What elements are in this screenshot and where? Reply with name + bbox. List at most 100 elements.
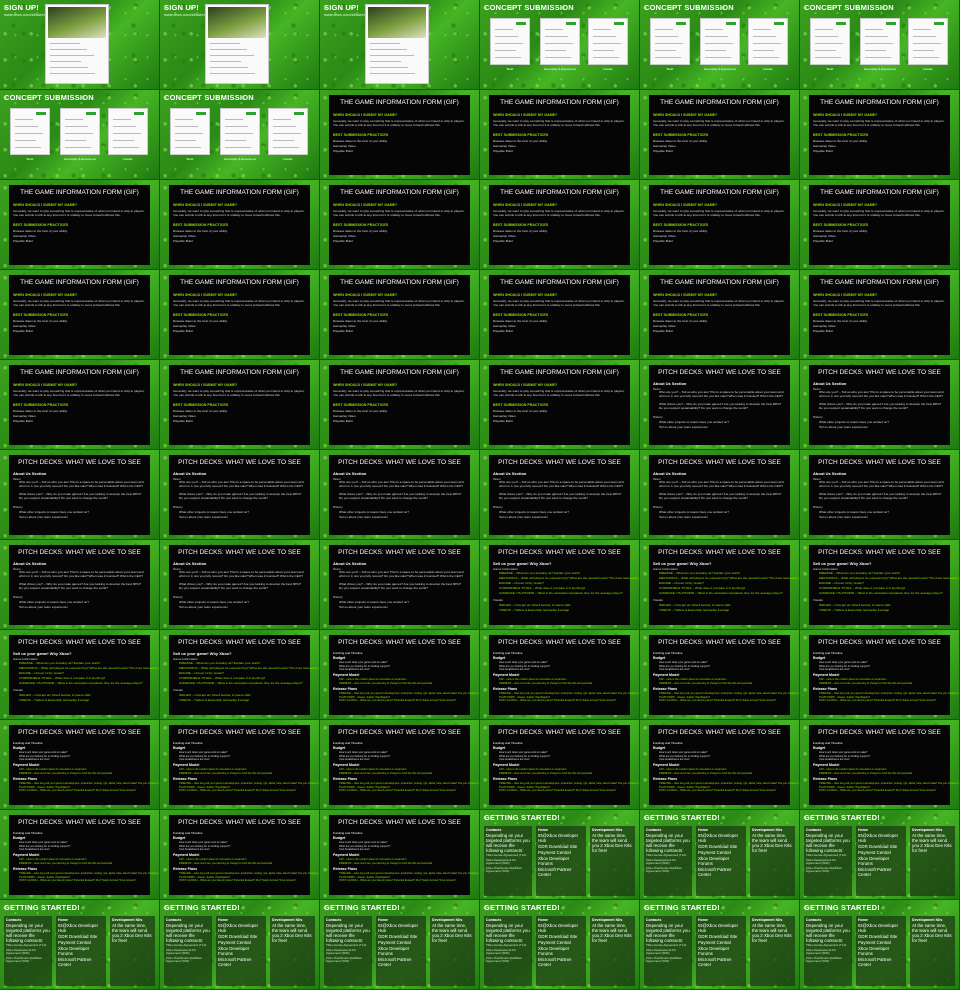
green-button	[774, 22, 784, 25]
slide-thumbnail[interactable]: PITCH DECKS: WHAT WE LOVE TO SEE Funding …	[480, 720, 639, 809]
slide-thumbnail[interactable]: THE GAME INFORMATION FORM (GIF) WHEN SHOU…	[160, 360, 319, 449]
slide-thumbnail[interactable]: GETTING STARTED! Contacts Depending on you…	[640, 900, 799, 989]
home-column: Home ID@Xbox Developer Hub GDR Download Si…	[56, 916, 106, 986]
slide-thumbnail[interactable]: PITCH DECKS: WHAT WE LOVE TO SEE About Us…	[480, 450, 639, 539]
slide-thumbnail[interactable]: PITCH DECKS: WHAT WE LOVE TO SEE Funding …	[0, 810, 159, 899]
section-heading: Release Plans	[333, 687, 358, 691]
slide-thumbnail[interactable]: GETTING STARTED! Contacts Depending on you…	[480, 900, 639, 989]
slide-thumbnail[interactable]: PITCH DECKS: WHAT WE LOVE TO SEE Funding …	[320, 630, 479, 719]
slide-subtitle: www.xbox.com/id/submit	[164, 12, 208, 17]
slide-thumbnail[interactable]: PITCH DECKS: WHAT WE LOVE TO SEE About Us…	[0, 540, 159, 629]
slide-thumbnail[interactable]: GETTING STARTED! Contacts Depending on you…	[640, 810, 799, 899]
slide-thumbnail[interactable]: PITCH DECKS: WHAT WE LOVE TO SEE Funding …	[800, 720, 959, 809]
slide-thumbnail[interactable]: PITCH DECKS: WHAT WE LOVE TO SEE Funding …	[480, 630, 639, 719]
slide-thumbnail[interactable]: GETTING STARTED! Contacts Depending on you…	[480, 810, 639, 899]
bullet-text: History	[13, 595, 23, 599]
devkits-column: Development Kits At the same time, the te…	[270, 916, 315, 986]
bullet-text: Cost breakdowns are nice!	[19, 848, 50, 852]
section-heading: Payment Model	[13, 763, 40, 767]
section-heading: BEST SUBMISSION PRACTICES	[813, 313, 869, 317]
slide-thumbnail[interactable]: THE GAME INFORMATION FORM (GIF) WHEN SHOU…	[320, 180, 479, 269]
slide-thumbnail[interactable]: CONCEPT SUBMISSION Build Gameplay & Experi…	[640, 0, 799, 89]
text-line	[50, 61, 81, 62]
slide-thumbnail[interactable]: PITCH DECKS: WHAT WE LOVE TO SEE Sell us …	[640, 540, 799, 629]
slide-thumbnail[interactable]: PITCH DECKS: WHAT WE LOVE TO SEE Funding …	[0, 720, 159, 809]
slide-thumbnail[interactable]: THE GAME INFORMATION FORM (GIF) WHEN SHOU…	[480, 270, 639, 359]
slide-thumbnail[interactable]: THE GAME INFORMATION FORM (GIF) WHEN SHOU…	[0, 270, 159, 359]
text-line	[273, 119, 291, 120]
contacts-column: Contacts Depending on your targeted platf…	[804, 826, 852, 896]
slide-thumbnail[interactable]: GETTING STARTED! Contacts Depending on you…	[800, 810, 959, 899]
slide-thumbnail[interactable]: THE GAME INFORMATION FORM (GIF) WHEN SHOU…	[800, 90, 959, 179]
slide-thumbnail[interactable]: PITCH DECKS: WHAT WE LOVE TO SEE About Us…	[800, 450, 959, 539]
slide-thumbnail[interactable]: PITCH DECKS: WHAT WE LOVE TO SEE About Us…	[320, 450, 479, 539]
slide-thumbnail[interactable]: SIGN UP! www.xbox.com/id/submit	[320, 0, 479, 89]
bullet-text: Playable Build	[173, 419, 193, 423]
slide-thumbnail[interactable]: PITCH DECKS: WHAT WE LOVE TO SEE About Us…	[160, 450, 319, 539]
slide-thumbnail[interactable]: THE GAME INFORMATION FORM (GIF) WHEN SHOU…	[320, 360, 479, 449]
section-heading: BEST SUBMISSION PRACTICES	[13, 223, 69, 227]
section-heading: About Us Section	[653, 471, 687, 476]
bullet-text: Funding and Timeline	[493, 741, 523, 745]
slide-thumbnail[interactable]: PITCH DECKS: WHAT WE LOVE TO SEE Sell us …	[480, 540, 639, 629]
home-link: GDR Download Site	[858, 934, 898, 939]
bullet-text: F2P – How is the model / plans for cosme…	[19, 768, 87, 771]
column-subtext: Xbox Development Kit Agreement (XDK)	[486, 857, 516, 866]
slide-thumbnail[interactable]: CONCEPT SUBMISSION Build Gameplay & Experi…	[480, 0, 639, 89]
text-line	[113, 133, 141, 134]
slide-thumbnail[interactable]: THE GAME INFORMATION FORM (GIF) WHEN SHOU…	[160, 180, 319, 269]
slide-thumbnail[interactable]: GETTING STARTED! Contacts Depending on you…	[160, 900, 319, 989]
slide-thumbnail[interactable]: PITCH DECKS: WHAT WE LOVE TO SEE About Us…	[0, 450, 159, 539]
home-link: ID@Xbox Developer Hub	[378, 923, 419, 933]
slide-thumbnail[interactable]: GETTING STARTED! Contacts Depending on you…	[320, 900, 479, 989]
slide-thumbnail[interactable]: CONCEPT SUBMISSION Build Gameplay & Experi…	[160, 90, 319, 179]
slide-thumbnail[interactable]: THE GAME INFORMATION FORM (GIF) WHEN SHOU…	[480, 180, 639, 269]
text-line	[545, 43, 573, 44]
slide-title: PITCH DECKS: WHAT WE LOVE TO SEE	[658, 549, 781, 556]
bullet-text: Release dates to the best of your abilit…	[813, 139, 868, 143]
slide-thumbnail[interactable]: PITCH DECKS: WHAT WE LOVE TO SEE Sell us …	[160, 630, 319, 719]
slide-thumbnail[interactable]: THE GAME INFORMATION FORM (GIF) WHEN SHOU…	[800, 270, 959, 359]
slide-thumbnail[interactable]: CONCEPT SUBMISSION Build Gameplay & Experi…	[800, 0, 959, 89]
slide-thumbnail[interactable]: THE GAME INFORMATION FORM (GIF) WHEN SHOU…	[480, 90, 639, 179]
slide-thumbnail[interactable]: GETTING STARTED! Contacts Depending on you…	[0, 900, 159, 989]
bullet-text: F2P – How is the model / plans for cosme…	[339, 768, 407, 771]
section-heading: BEST SUBMISSION PRACTICES	[493, 133, 549, 137]
slide-thumbnail[interactable]: PITCH DECKS: WHAT WE LOVE TO SEE Funding …	[320, 720, 479, 809]
slide-thumbnail[interactable]: CONCEPT SUBMISSION Build Gameplay & Experi…	[0, 90, 159, 179]
slide-thumbnail[interactable]: GETTING STARTED! Contacts Depending on you…	[800, 900, 959, 989]
slide-thumbnail[interactable]: PITCH DECKS: WHAT WE LOVE TO SEE Sell us …	[0, 630, 159, 719]
slide-thumbnail[interactable]: PITCH DECKS: WHAT WE LOVE TO SEE Funding …	[800, 630, 959, 719]
slide-thumbnail[interactable]: THE GAME INFORMATION FORM (GIF) WHEN SHOU…	[640, 270, 799, 359]
slide-thumbnail[interactable]: THE GAME INFORMATION FORM (GIF) WHEN SHOU…	[320, 270, 479, 359]
slide-thumbnail[interactable]: PITCH DECKS: WHAT WE LOVE TO SEE Funding …	[160, 720, 319, 809]
slide-thumbnail[interactable]: THE GAME INFORMATION FORM (GIF) WHEN SHOU…	[480, 360, 639, 449]
slide-thumbnail[interactable]: THE GAME INFORMATION FORM (GIF) WHEN SHOU…	[640, 180, 799, 269]
slide-thumbnail[interactable]: THE GAME INFORMATION FORM (GIF) WHEN SHOU…	[160, 270, 319, 359]
slide-thumbnail[interactable]: THE GAME INFORMATION FORM (GIF) WHEN SHOU…	[0, 360, 159, 449]
bullet-text: Release dates to the best of your abilit…	[653, 319, 708, 323]
slide-thumbnail[interactable]: PITCH DECKS: WHAT WE LOVE TO SEE About Us…	[640, 360, 799, 449]
slide-body: PITCH DECKS: WHAT WE LOVE TO SEE Funding …	[9, 725, 159, 805]
slide-thumbnail[interactable]: THE GAME INFORMATION FORM (GIF) WHEN SHOU…	[320, 90, 479, 179]
slide-thumbnail[interactable]: SIGN UP! www.xbox.com/id/submit	[160, 0, 319, 89]
slide-thumbnail[interactable]: PITCH DECKS: WHAT WE LOVE TO SEE Sell us …	[800, 540, 959, 629]
slide-thumbnail[interactable]: PITCH DECKS: WHAT WE LOVE TO SEE About Us…	[640, 450, 799, 539]
bullet-text: PREMIUM – How much are you planning to c…	[819, 771, 912, 775]
slide-thumbnail[interactable]: PITCH DECKS: WHAT WE LOVE TO SEE Funding …	[640, 720, 799, 809]
slide-thumbnail[interactable]: PITCH DECKS: WHAT WE LOVE TO SEE About Us…	[160, 540, 319, 629]
text-line	[370, 67, 408, 68]
slide-thumbnail[interactable]: THE GAME INFORMATION FORM (GIF) WHEN SHOU…	[0, 180, 159, 269]
slide-thumbnail[interactable]: PITCH DECKS: WHAT WE LOVE TO SEE About Us…	[800, 360, 959, 449]
slide-body: THE GAME INFORMATION FORM (GIF) WHEN SHOU…	[169, 185, 310, 265]
slide-thumbnail[interactable]: THE GAME INFORMATION FORM (GIF) WHEN SHOU…	[800, 180, 959, 269]
bullet-text: TIMELINE – How long will your game's dev…	[819, 692, 959, 695]
slide-thumbnail[interactable]: THE GAME INFORMATION FORM (GIF) WHEN SHOU…	[640, 90, 799, 179]
slide-thumbnail[interactable]: SIGN UP! www.xbox.com/id/submit	[0, 0, 159, 89]
slide-thumbnail[interactable]: PITCH DECKS: WHAT WE LOVE TO SEE About Us…	[320, 540, 479, 629]
slide-body: PITCH DECKS: WHAT WE LOVE TO SEE Funding …	[329, 725, 479, 805]
slide-thumbnail[interactable]: PITCH DECKS: WHAT WE LOVE TO SEE Funding …	[160, 810, 319, 899]
slide-thumbnail[interactable]: PITCH DECKS: WHAT WE LOVE TO SEE Funding …	[640, 630, 799, 719]
slide-thumbnail[interactable]: PITCH DECKS: WHAT WE LOVE TO SEE Funding …	[320, 810, 479, 899]
home-column: Home ID@Xbox Developer Hub GDR Download Si…	[696, 826, 746, 896]
